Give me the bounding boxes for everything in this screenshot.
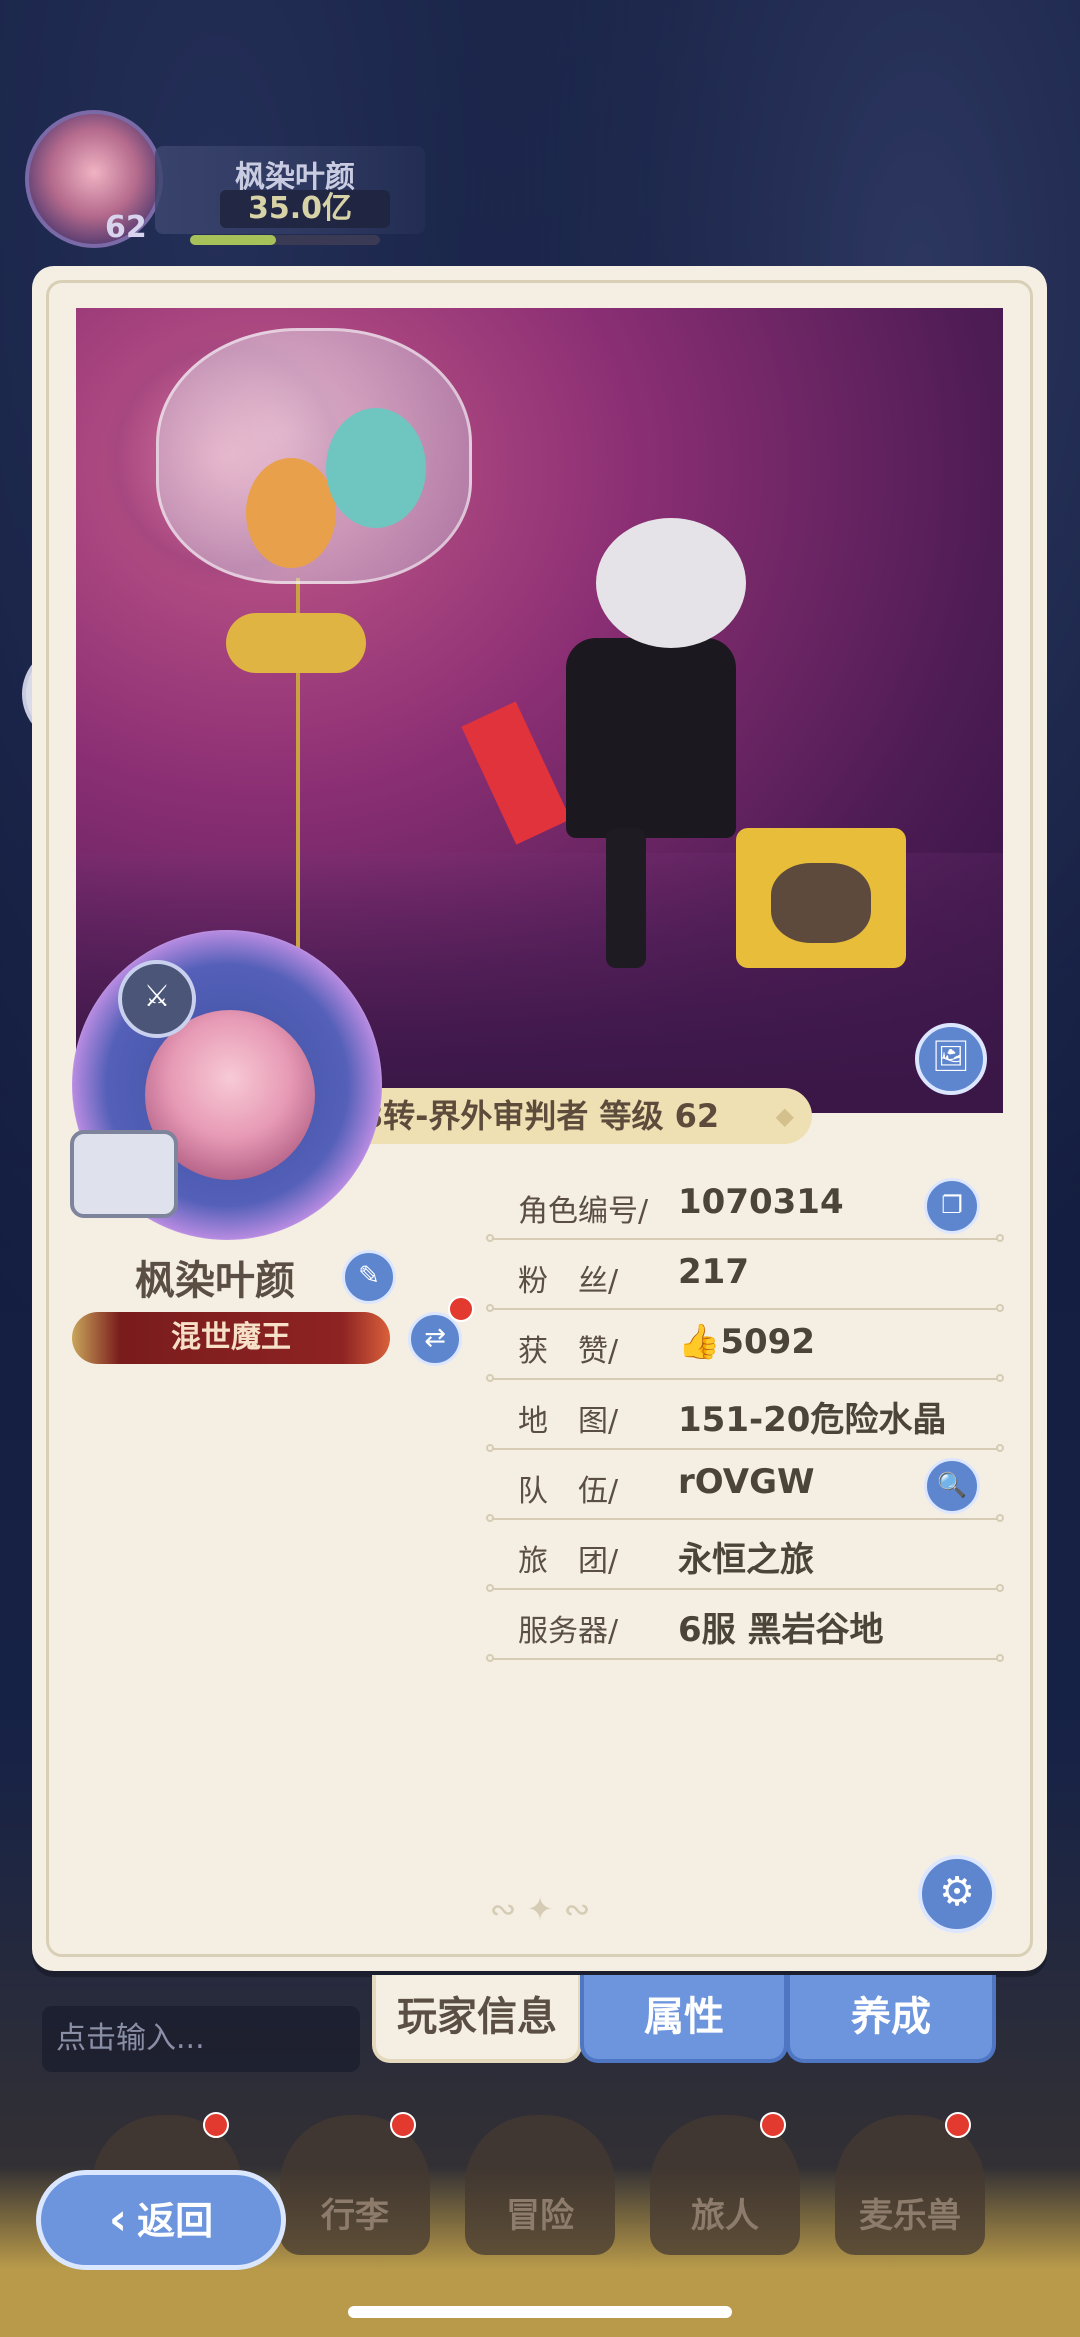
character-head <box>596 518 746 648</box>
player-name: 枫染叶颜 <box>135 1258 295 1304</box>
notification-dot <box>448 1296 474 1322</box>
tab-attributes[interactable]: 属性 <box>580 1975 788 2063</box>
character-sword <box>461 701 571 845</box>
hud-exp-bar <box>190 235 380 245</box>
balloon-egg-teal <box>326 408 426 528</box>
banner-diamond-right-icon: ◆ <box>775 1102 794 1130</box>
info-value-likes: 👍5092 <box>678 1322 815 1362</box>
info-value: 151-20危险水晶 <box>678 1400 947 1440</box>
nav-item-adventure[interactable]: 冒险 <box>465 2115 615 2255</box>
balloon-bow <box>226 613 366 673</box>
pencil-icon: ✎ <box>358 1261 380 1291</box>
card-ornament-icon: ∾ ✦ ∾ <box>489 1890 591 1928</box>
tab-player-info[interactable]: 玩家信息 <box>372 1975 582 2063</box>
pet-box <box>736 828 906 968</box>
info-label: 地 图/ <box>518 1404 619 1439</box>
info-label: 队 伍/ <box>518 1474 619 1509</box>
row-divider <box>486 1584 1004 1592</box>
photo-card-button[interactable]: 🖼 <box>915 1023 987 1095</box>
info-label: 获 赞/ <box>518 1334 619 1369</box>
settings-button[interactable]: ⚙ <box>918 1855 996 1933</box>
title-badge: 混世魔王 <box>72 1312 390 1364</box>
hud-level: 62 <box>105 210 147 245</box>
info-value: 217 <box>678 1252 749 1292</box>
notification-dot <box>760 2112 786 2138</box>
player-hud[interactable]: 62 枫染叶颜 35.0亿 <box>25 110 425 250</box>
info-row-id: 角色编号/ 1070314 ❐ <box>486 1172 1004 1242</box>
info-label: 服务器/ <box>518 1614 619 1649</box>
home-indicator[interactable] <box>348 2306 732 2318</box>
pet-face <box>771 863 871 943</box>
character-body <box>566 638 736 838</box>
info-row-map: 地 图/ 151-20危险水晶 <box>486 1382 1004 1452</box>
nav-label: 麦乐兽 <box>859 2196 961 2236</box>
row-divider <box>486 1234 1004 1242</box>
photo-card-icon: 🖼 <box>931 1039 971 1074</box>
notification-dot <box>945 2112 971 2138</box>
row-divider <box>486 1374 1004 1382</box>
chevron-left-icon: ‹ <box>108 2194 128 2245</box>
copy-icon: ❐ <box>941 1191 963 1219</box>
row-divider <box>486 1514 1004 1522</box>
info-row-fans: 粉 丝/ 217 <box>486 1242 1004 1312</box>
info-value: 1070314 <box>678 1182 844 1222</box>
thumbs-up-icon: 👍 <box>678 1322 721 1362</box>
edit-name-button[interactable]: ✎ <box>342 1250 396 1304</box>
search-team-button[interactable]: 🔍 <box>924 1458 980 1514</box>
row-divider <box>486 1654 1004 1662</box>
nav-label: 行李 <box>321 2196 389 2236</box>
notification-dot <box>390 2112 416 2138</box>
row-divider <box>486 1304 1004 1312</box>
info-label: 角色编号/ <box>518 1194 649 1229</box>
info-row-server: 服务器/ 6服 黑岩谷地 <box>486 1592 1004 1662</box>
row-divider <box>486 1444 1004 1452</box>
search-icon: 🔍 <box>937 1471 967 1499</box>
likes-count: 5092 <box>720 1322 815 1362</box>
nav-label: 冒险 <box>506 2196 574 2236</box>
gear-icon: ⚙ <box>939 1869 975 1915</box>
info-row-likes: 获 赞/ 👍5092 <box>486 1312 1004 1382</box>
notification-dot <box>203 2112 229 2138</box>
info-label: 旅 团/ <box>518 1544 619 1579</box>
back-label: 返回 <box>137 2199 214 2243</box>
info-value: rOVGW <box>678 1462 815 1502</box>
hud-exp-fill <box>190 235 276 245</box>
hud-power: 35.0亿 <box>220 190 390 228</box>
info-value: 6服 黑岩谷地 <box>678 1610 884 1650</box>
balloon-egg-orange <box>246 458 336 568</box>
tab-growth[interactable]: 养成 <box>786 1975 996 2063</box>
sword-badge-icon: ⚔ <box>118 960 196 1038</box>
nav-label: 旅人 <box>691 2196 759 2236</box>
chat-input[interactable]: 点击输入... <box>42 2006 360 2072</box>
back-button[interactable]: ‹ 返回 <box>36 2170 286 2270</box>
info-row-guild: 旅 团/ 永恒之旅 <box>486 1522 1004 1592</box>
info-row-team: 队 伍/ rOVGW 🔍 <box>486 1452 1004 1522</box>
info-value: 永恒之旅 <box>678 1540 814 1580</box>
class-level-text: 8转-界外审判者 等级 62 <box>360 1097 720 1135</box>
swap-icon: ⇄ <box>424 1323 446 1353</box>
character-leg <box>606 828 646 968</box>
info-label: 粉 丝/ <box>518 1264 619 1299</box>
copy-id-button[interactable]: ❐ <box>924 1178 980 1234</box>
device-pet-icon <box>70 1130 178 1218</box>
